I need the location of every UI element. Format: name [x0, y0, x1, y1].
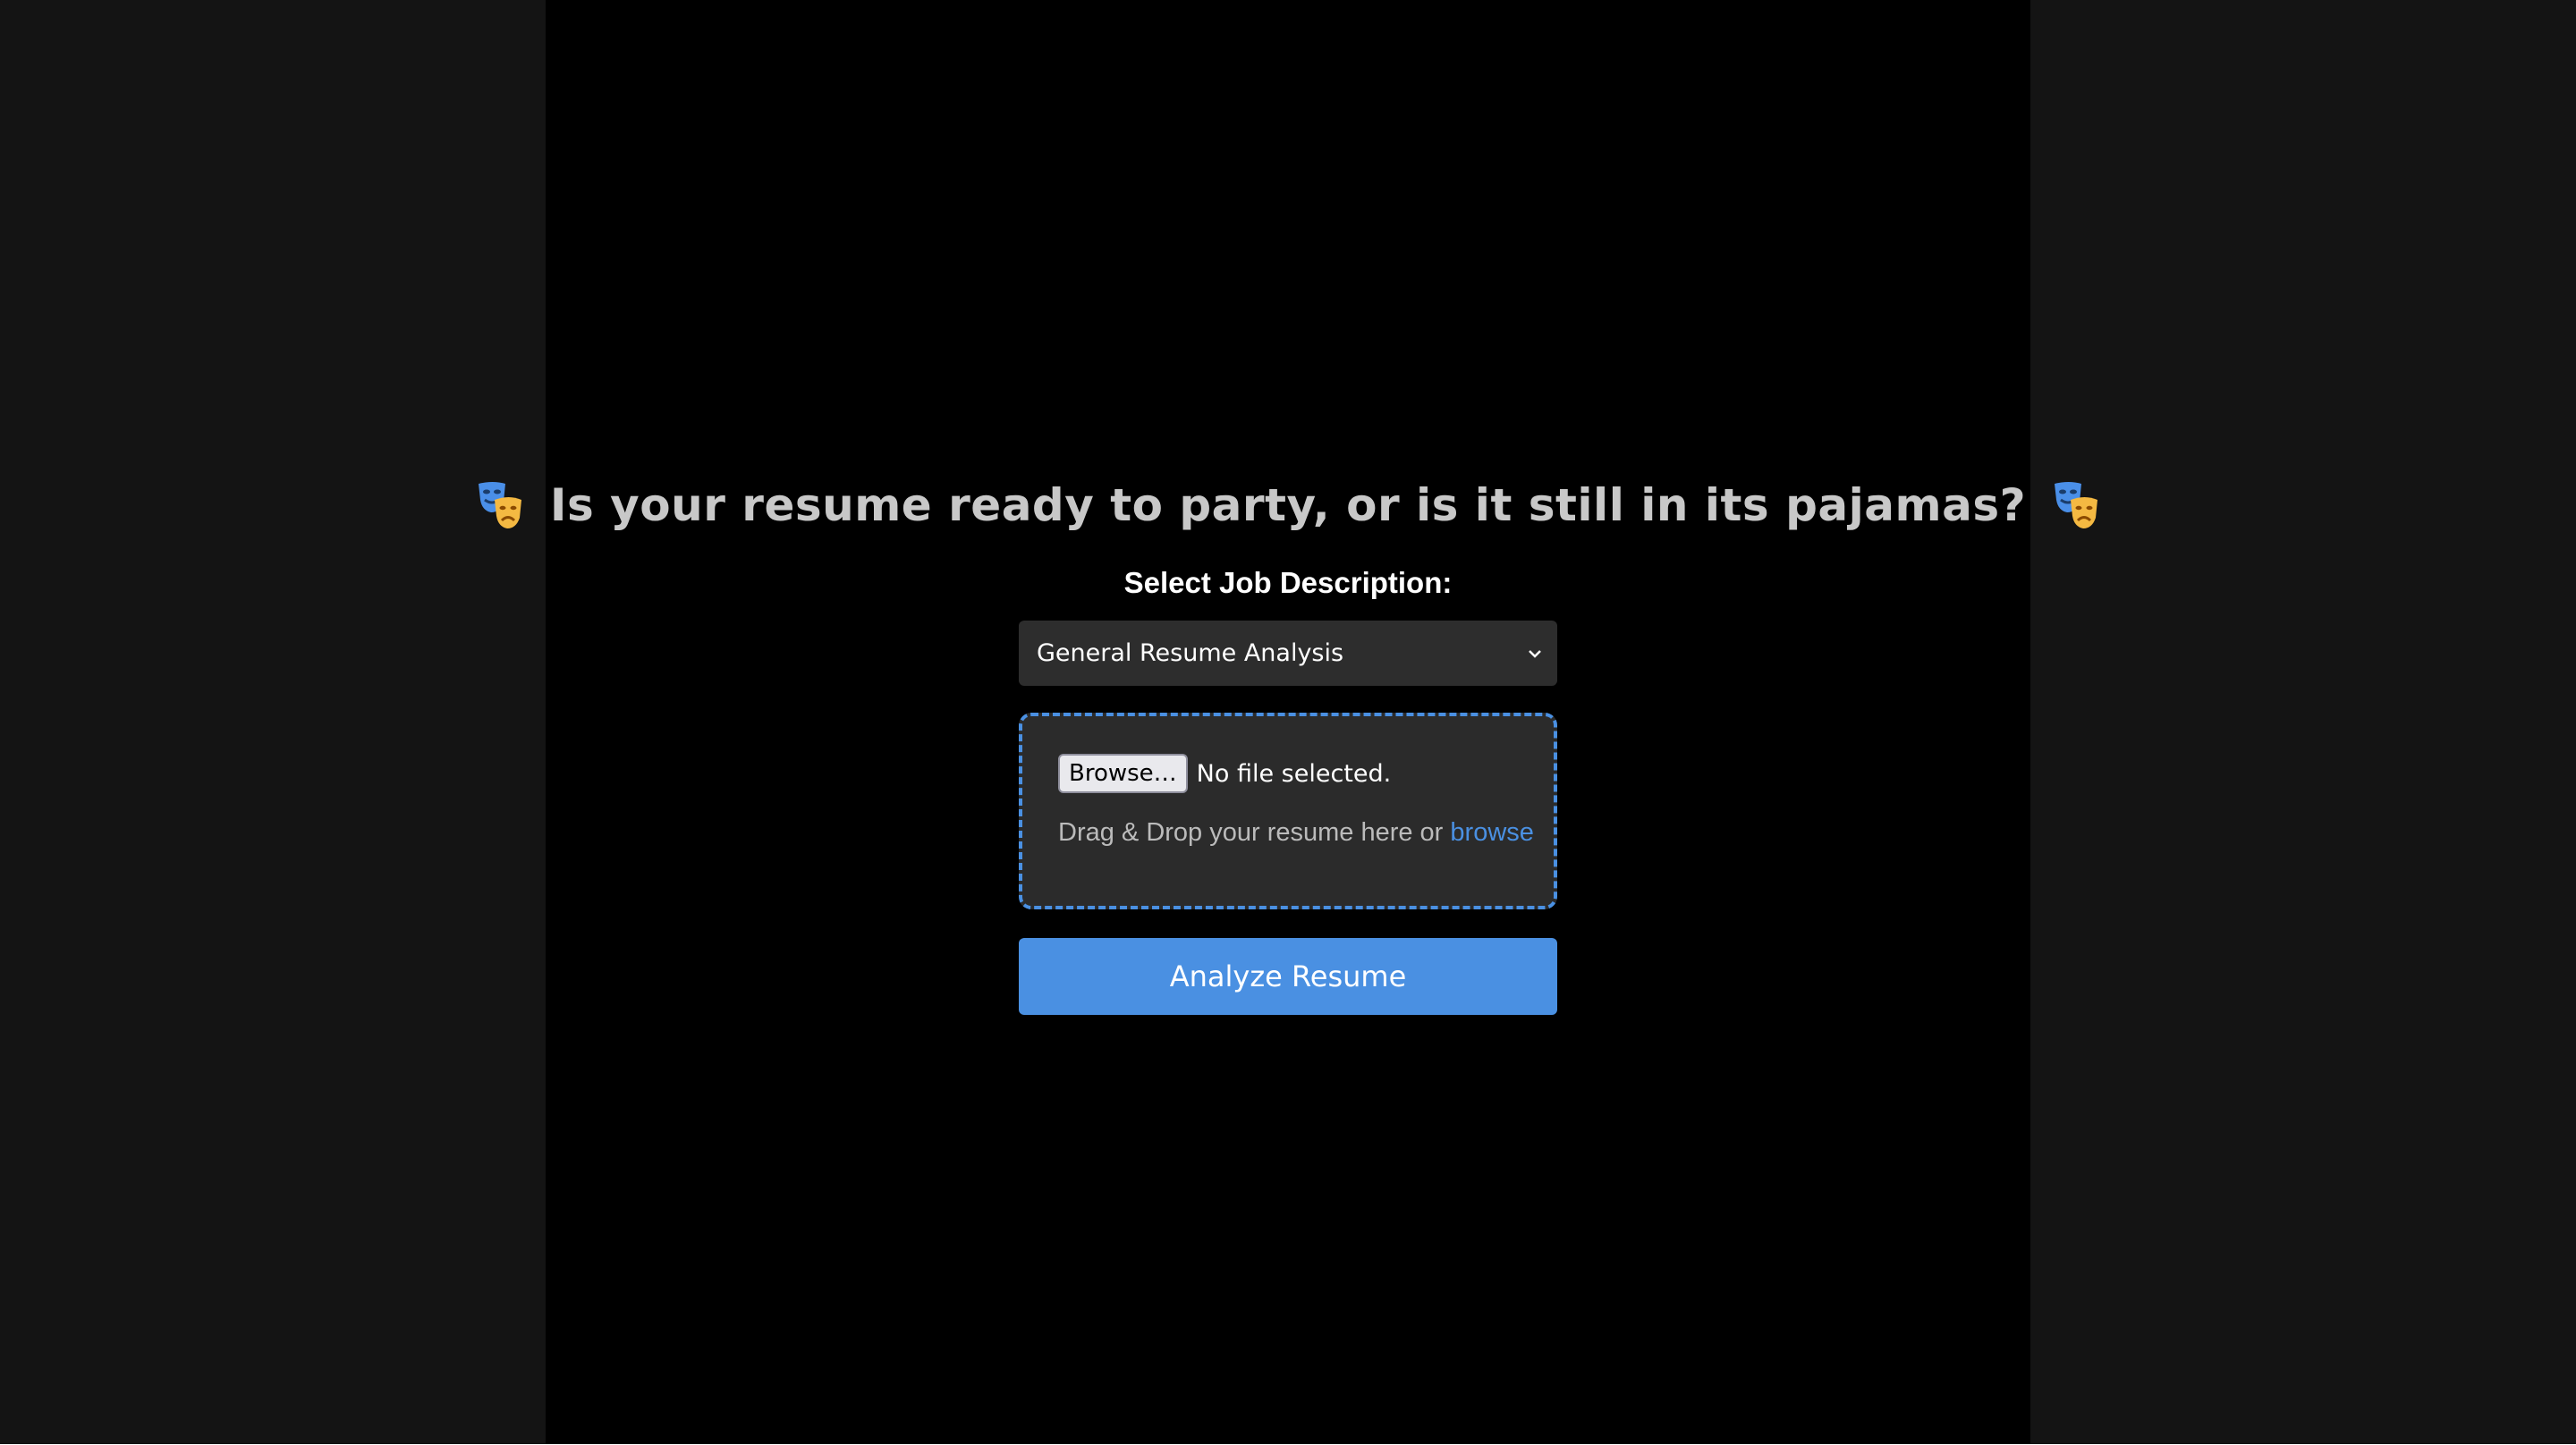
file-input: Browse… No file selected.: [1058, 754, 1391, 793]
file-status: No file selected.: [1196, 759, 1392, 788]
job-description-label: Select Job Description:: [1123, 566, 1453, 599]
dropzone-instructions: Drag & Drop your resume here or browse: [1058, 818, 1534, 848]
page-title: Is your resume ready to party, or is it …: [549, 479, 2027, 531]
dropzone-text: Drag & Drop your resume here or: [1058, 818, 1444, 847]
browse-link[interactable]: browse: [1450, 818, 1534, 847]
job-description-select-value: General Resume Analysis: [1037, 639, 1344, 667]
performing-arts-masks-icon: [475, 478, 525, 532]
main-panel: Is your resume ready to party, or is it …: [478, 0, 2098, 1444]
header: Is your resume ready to party, or is it …: [478, 474, 2098, 537]
browse-file-button[interactable]: Browse…: [1058, 754, 1188, 793]
performing-arts-masks-icon: [2051, 478, 2101, 532]
job-description-select[interactable]: General Resume Analysis: [1019, 621, 1557, 686]
analyze-resume-button[interactable]: Analyze Resume: [1019, 938, 1557, 1015]
resume-dropzone[interactable]: Browse… No file selected. Drag & Drop yo…: [1019, 713, 1557, 909]
chevron-down-icon: [1525, 642, 1545, 662]
page-background: Is your resume ready to party, or is it …: [0, 0, 2576, 1444]
